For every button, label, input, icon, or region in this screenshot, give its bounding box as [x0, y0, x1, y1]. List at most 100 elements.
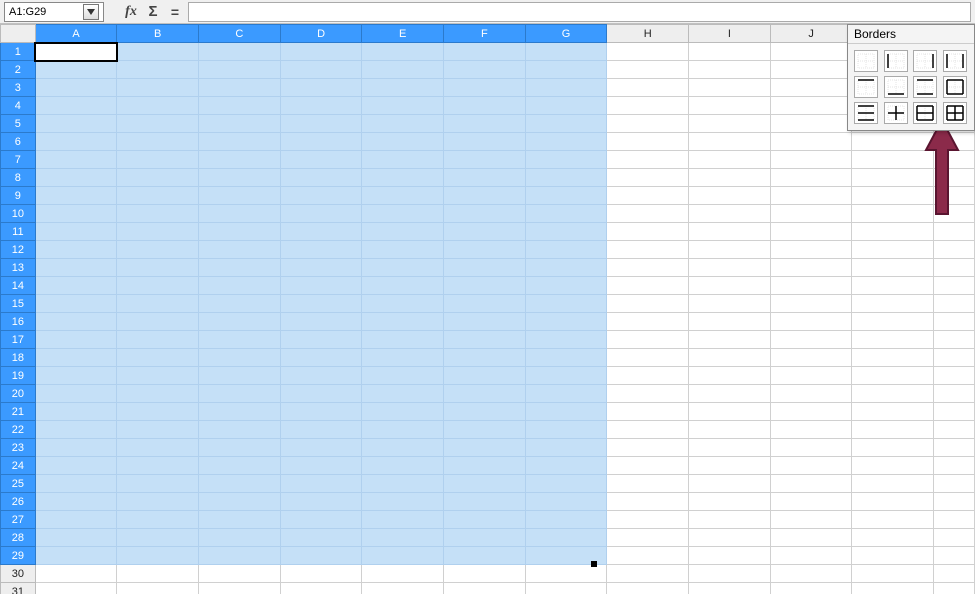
sum-button[interactable]: Σ [144, 3, 162, 21]
column-header[interactable]: A [35, 25, 117, 43]
cell[interactable] [852, 241, 934, 259]
cell[interactable] [852, 187, 934, 205]
row-header[interactable]: 31 [1, 583, 36, 594]
cell[interactable] [199, 277, 281, 295]
cell[interactable] [852, 169, 934, 187]
cell[interactable] [362, 547, 444, 565]
spreadsheet-grid[interactable]: ABCDEFGHIJKL1234567891011121314151617181… [0, 24, 975, 594]
cell[interactable] [852, 403, 934, 421]
cell[interactable] [607, 421, 689, 439]
cell[interactable] [35, 223, 117, 241]
cell[interactable] [770, 331, 852, 349]
cell[interactable] [525, 43, 607, 61]
cell[interactable] [444, 151, 526, 169]
cell[interactable] [199, 205, 281, 223]
cell[interactable] [607, 403, 689, 421]
cell[interactable] [607, 547, 689, 565]
cell[interactable] [35, 511, 117, 529]
cell[interactable] [934, 331, 975, 349]
cell[interactable] [934, 349, 975, 367]
row-header[interactable]: 11 [1, 223, 36, 241]
cell[interactable] [934, 133, 975, 151]
row-header[interactable]: 4 [1, 97, 36, 115]
cell[interactable] [117, 295, 199, 313]
cell[interactable] [199, 331, 281, 349]
cell[interactable] [280, 547, 362, 565]
cell[interactable] [117, 169, 199, 187]
cell[interactable] [689, 421, 771, 439]
cell[interactable] [362, 349, 444, 367]
border-top-button[interactable] [854, 76, 878, 98]
cell[interactable] [852, 277, 934, 295]
cell[interactable] [444, 115, 526, 133]
row-header[interactable]: 12 [1, 241, 36, 259]
cell[interactable] [525, 169, 607, 187]
cell[interactable] [525, 331, 607, 349]
cell[interactable] [35, 205, 117, 223]
cell[interactable] [852, 259, 934, 277]
cell[interactable] [117, 439, 199, 457]
cell[interactable] [362, 367, 444, 385]
cell[interactable] [607, 43, 689, 61]
cell[interactable] [689, 151, 771, 169]
cell[interactable] [35, 79, 117, 97]
row-header[interactable]: 5 [1, 115, 36, 133]
cell[interactable] [607, 241, 689, 259]
cell[interactable] [770, 385, 852, 403]
cell[interactable] [117, 403, 199, 421]
cell[interactable] [362, 259, 444, 277]
cell[interactable] [607, 277, 689, 295]
cell[interactable] [444, 259, 526, 277]
cell[interactable] [362, 241, 444, 259]
cell[interactable] [607, 367, 689, 385]
cell[interactable] [444, 493, 526, 511]
cell[interactable] [525, 277, 607, 295]
cell[interactable] [362, 313, 444, 331]
cell[interactable] [934, 403, 975, 421]
cell[interactable] [444, 187, 526, 205]
cell[interactable] [689, 295, 771, 313]
cell[interactable] [770, 421, 852, 439]
cell[interactable] [280, 169, 362, 187]
cell[interactable] [362, 133, 444, 151]
cell[interactable] [934, 313, 975, 331]
cell[interactable] [35, 403, 117, 421]
cell[interactable] [525, 493, 607, 511]
cell[interactable] [199, 313, 281, 331]
cell[interactable] [934, 277, 975, 295]
cell[interactable] [444, 511, 526, 529]
cell[interactable] [117, 151, 199, 169]
cell[interactable] [280, 79, 362, 97]
cell[interactable] [525, 439, 607, 457]
cell[interactable] [607, 133, 689, 151]
cell[interactable] [607, 349, 689, 367]
cell[interactable] [117, 241, 199, 259]
cell[interactable] [280, 259, 362, 277]
cell[interactable] [362, 493, 444, 511]
cell[interactable] [852, 421, 934, 439]
cell[interactable] [689, 439, 771, 457]
cell[interactable] [689, 313, 771, 331]
cell[interactable] [607, 169, 689, 187]
cell[interactable] [525, 421, 607, 439]
cell[interactable] [199, 439, 281, 457]
cell[interactable] [362, 529, 444, 547]
cell[interactable] [934, 367, 975, 385]
border-all-button[interactable] [943, 102, 967, 124]
cell[interactable] [117, 367, 199, 385]
cell[interactable] [199, 241, 281, 259]
cell[interactable] [362, 421, 444, 439]
cell[interactable] [607, 223, 689, 241]
cell[interactable] [934, 259, 975, 277]
cell[interactable] [770, 169, 852, 187]
cell[interactable] [770, 565, 852, 583]
cell[interactable] [444, 313, 526, 331]
cell[interactable] [35, 43, 117, 61]
cell[interactable] [444, 61, 526, 79]
cell[interactable] [444, 421, 526, 439]
column-header[interactable]: J [770, 25, 852, 43]
column-header[interactable]: F [444, 25, 526, 43]
border-left-button[interactable] [884, 50, 908, 72]
cell[interactable] [770, 205, 852, 223]
cell[interactable] [852, 547, 934, 565]
